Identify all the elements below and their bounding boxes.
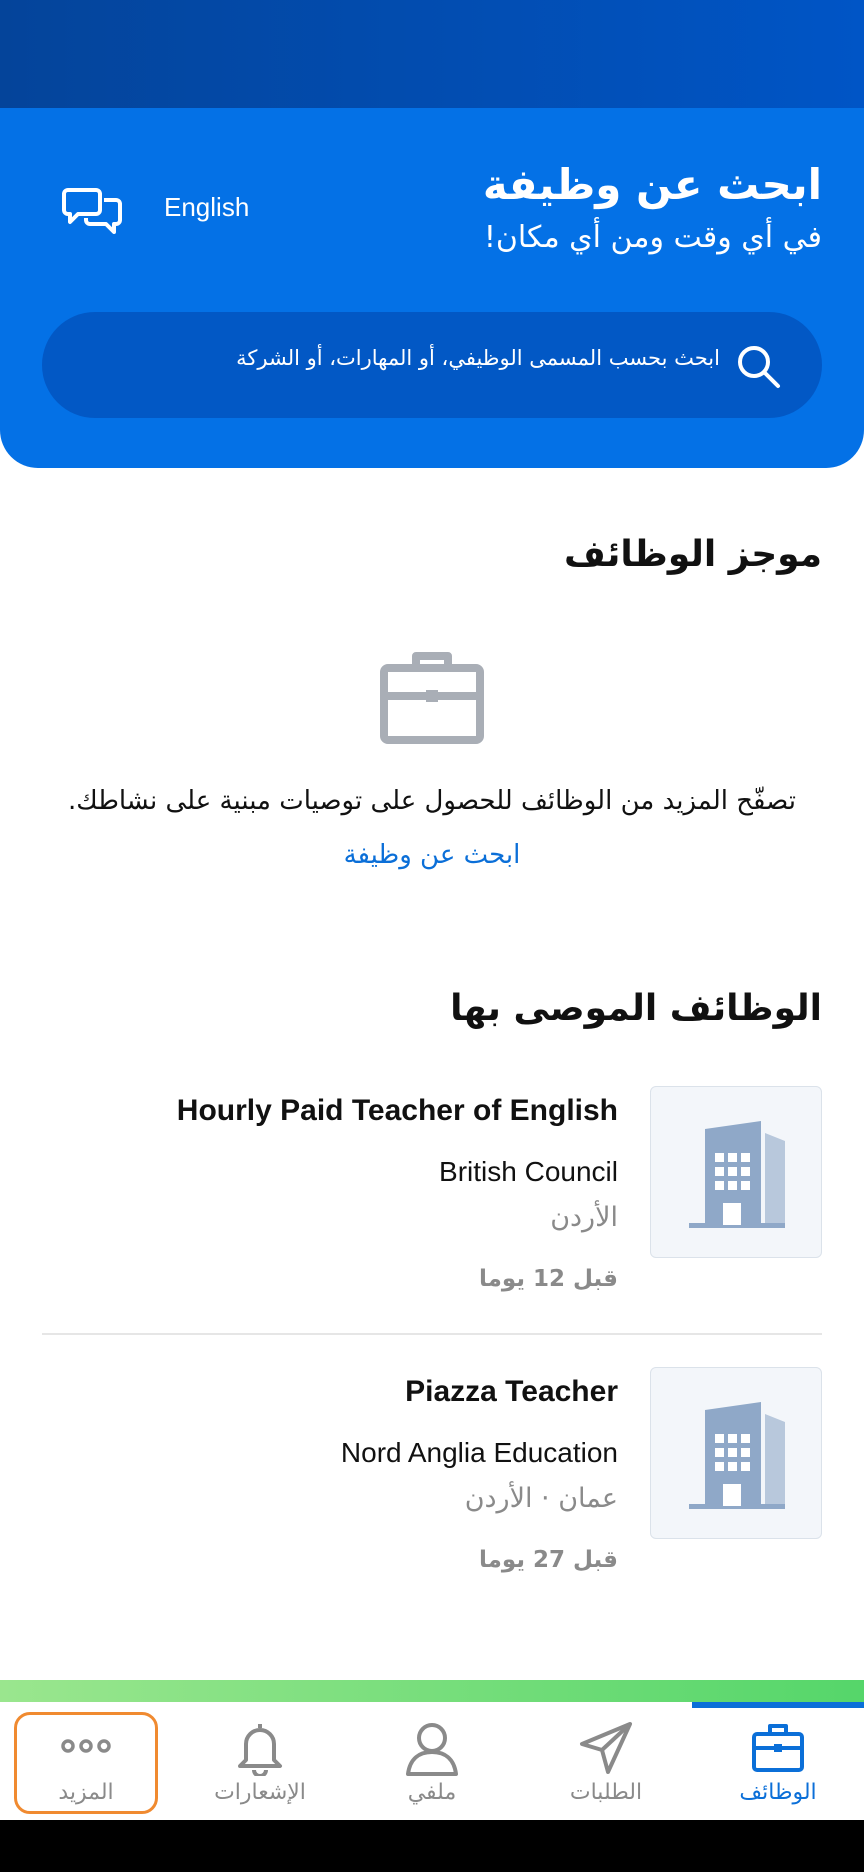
search-bar[interactable]: ابحث بحسب المسمى الوظيفي، أو المهارات، أ… xyxy=(42,312,822,418)
building-icon xyxy=(689,1402,785,1509)
nav-item-applications[interactable]: الطلبات xyxy=(520,1702,692,1820)
divider xyxy=(42,1333,822,1335)
company-logo xyxy=(650,1086,822,1258)
send-icon xyxy=(580,1722,632,1774)
user-icon xyxy=(406,1723,458,1776)
bottom-nav: الوظائف الطلبات ملفي الإشعارات المزيد xyxy=(0,1702,864,1820)
nav-label: ملفي xyxy=(407,1780,457,1805)
nav-item-more[interactable]: المزيد xyxy=(0,1702,172,1820)
search-icon xyxy=(734,342,782,390)
job-title[interactable]: Hourly Paid Teacher of English xyxy=(177,1094,618,1128)
nav-item-notifications[interactable]: الإشعارات xyxy=(174,1702,346,1820)
find-job-link[interactable]: ابحث عن وظيفة xyxy=(0,840,864,870)
briefcase-icon xyxy=(752,1724,804,1772)
job-card[interactable]: Piazza Teacher Nord Anglia Education عما… xyxy=(42,1367,822,1607)
building-icon xyxy=(689,1121,785,1228)
nav-label: الإشعارات xyxy=(214,1780,306,1805)
job-card[interactable]: Hourly Paid Teacher of English British C… xyxy=(42,1086,822,1326)
selection-highlight xyxy=(14,1712,158,1814)
feed-title: موجز الوظائف xyxy=(564,534,822,575)
job-location: عمان · الأردن xyxy=(464,1483,618,1514)
nav-item-profile[interactable]: ملفي xyxy=(346,1702,518,1820)
bell-icon xyxy=(238,1724,282,1776)
job-location: الأردن xyxy=(550,1202,618,1233)
company-logo xyxy=(650,1367,822,1539)
briefcase-icon xyxy=(380,648,484,744)
hero-title: ابحث عن وظيفة xyxy=(482,160,822,209)
job-company: British Council xyxy=(439,1156,618,1187)
job-company: Nord Anglia Education xyxy=(340,1437,618,1468)
hero-header: ابحث عن وظيفة في أي وقت ومن أي مكان! Eng… xyxy=(0,108,864,468)
nav-label: الطلبات xyxy=(569,1780,643,1805)
chat-bubbles-icon[interactable] xyxy=(62,184,122,236)
nav-item-jobs[interactable]: الوظائف xyxy=(692,1702,864,1820)
search-placeholder[interactable]: ابحث بحسب المسمى الوظيفي، أو المهارات، أ… xyxy=(236,346,720,370)
feed-empty-text: تصفّح المزيد من الوظائف للحصول على توصيا… xyxy=(68,786,796,816)
promo-strip xyxy=(0,1680,864,1702)
hero-subtitle: في أي وقت ومن أي مكان! xyxy=(483,220,822,255)
job-posted-date: قبل 12 يوما xyxy=(479,1266,618,1292)
nav-label: الوظائف xyxy=(739,1780,817,1805)
job-title[interactable]: Piazza Teacher xyxy=(405,1375,618,1409)
system-nav-bar xyxy=(0,1820,864,1872)
recommended-title: الوظائف الموصى بها xyxy=(450,988,822,1029)
status-bar xyxy=(0,0,864,108)
language-toggle[interactable]: English xyxy=(164,192,249,223)
job-posted-date: قبل 27 يوما xyxy=(479,1547,618,1573)
